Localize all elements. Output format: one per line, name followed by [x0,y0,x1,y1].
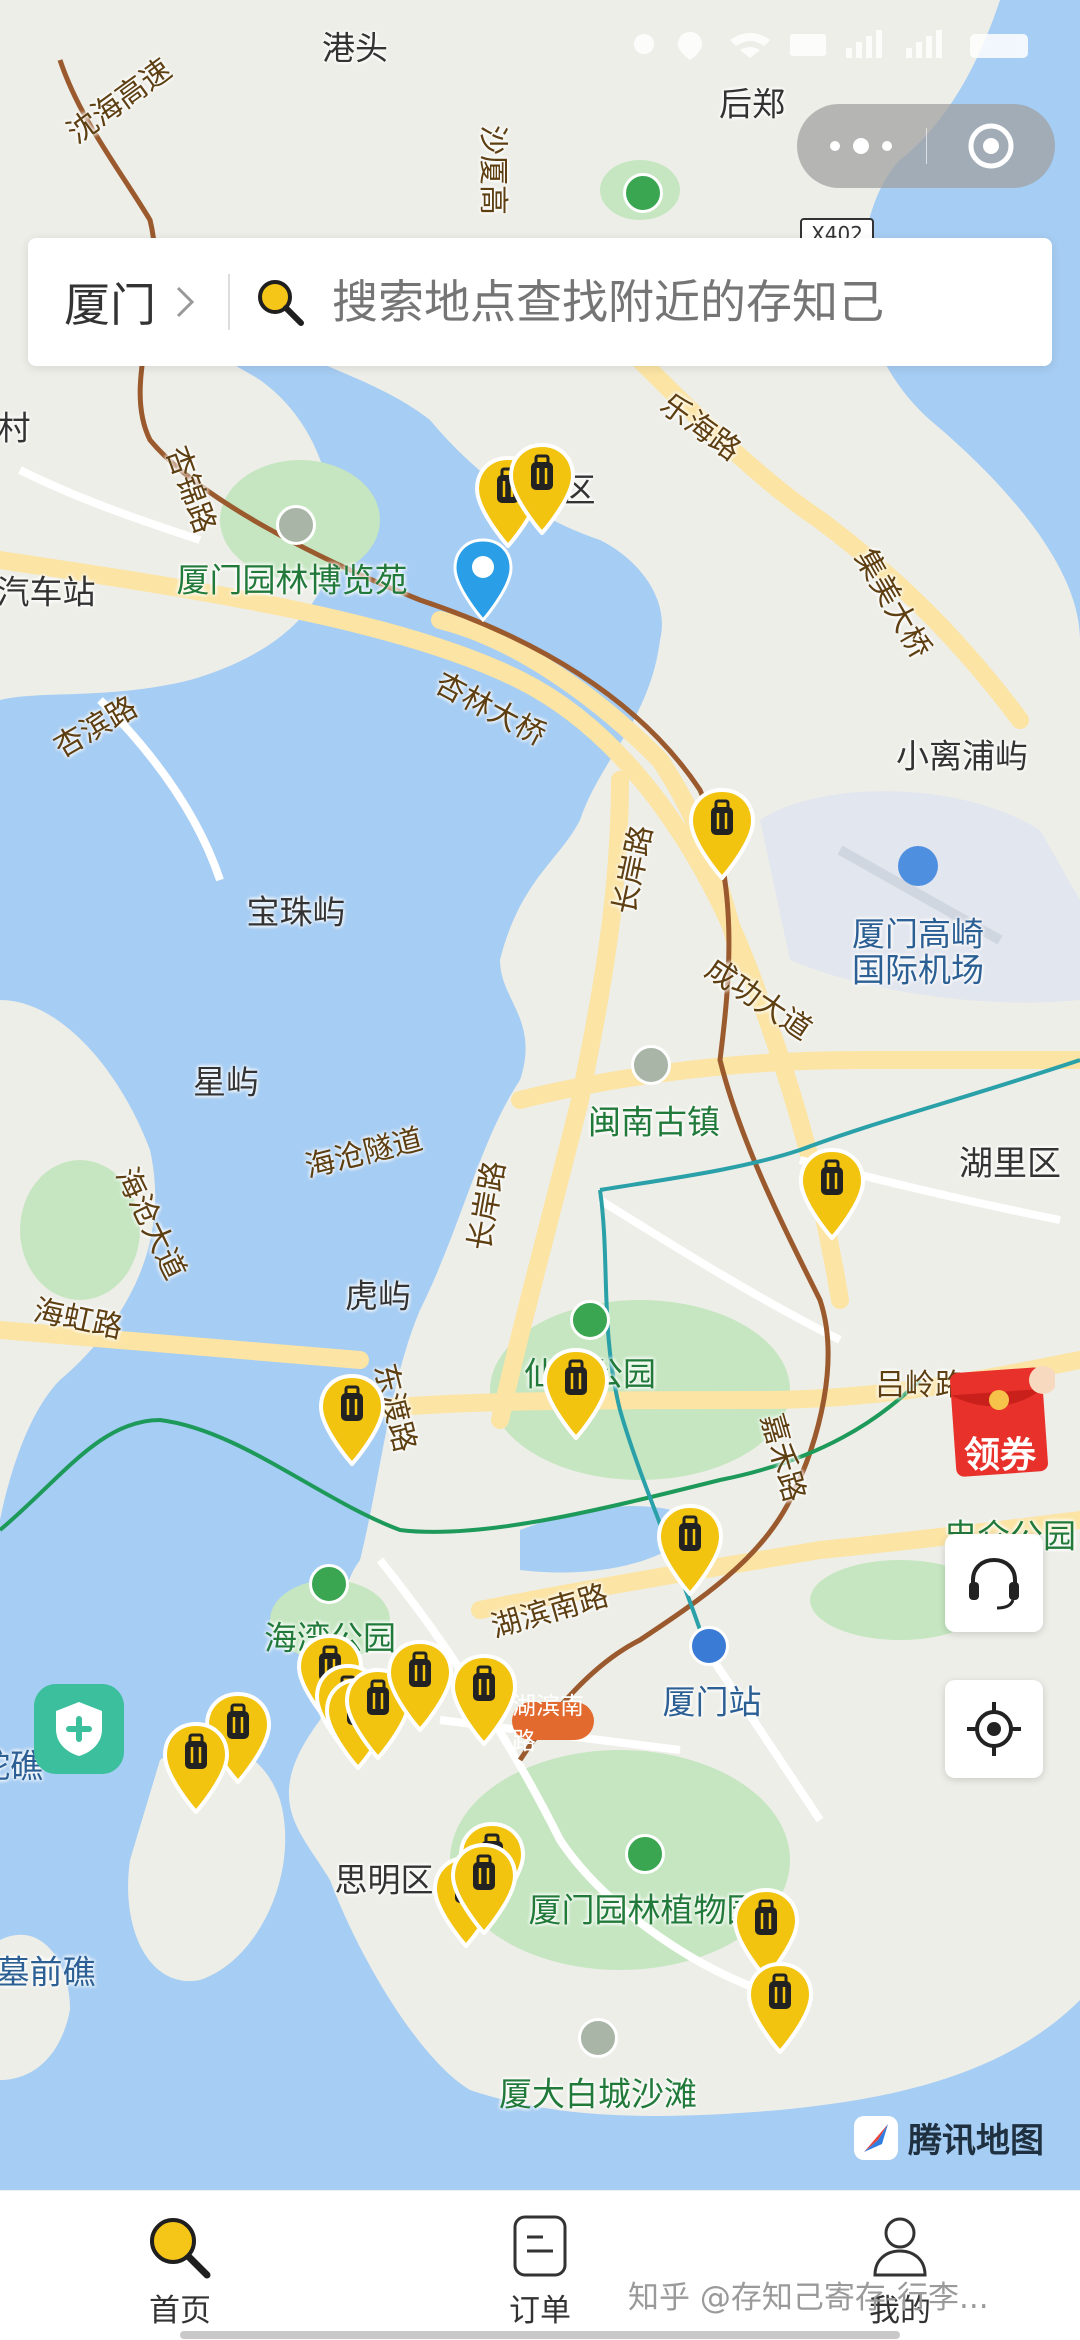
order-icon [513,2215,567,2277]
chevron-right-icon[interactable] [174,284,196,320]
headset-icon [969,1557,1019,1610]
map-label: 厦门高崎 [852,914,984,954]
status-bar [0,0,1080,70]
metro-line-badge: 湖滨南路 [512,1692,594,1755]
tab-label: 订单 [509,2293,571,2329]
luggage-storage-pin-icon[interactable] [688,788,756,880]
security-shield-button[interactable] [34,1684,124,1774]
tab-home[interactable]: 首页 [80,2213,280,2330]
airport-icon [898,846,938,886]
park-poi-icon [570,1300,610,1340]
map-label: 国际机场 [852,950,984,990]
luggage-storage-pin-icon[interactable] [542,1348,610,1440]
more-button[interactable] [797,136,926,156]
hd-icon [790,34,826,56]
miniprogram-capsule [797,104,1055,188]
tab-orders[interactable]: 订单 [440,2213,640,2330]
map-label: 厦门园林植物园 [528,1890,760,1930]
map-label: 厦大白城沙滩 [499,2074,697,2114]
luggage-storage-pin-icon[interactable] [450,1843,518,1935]
search-icon [258,280,304,326]
map-label: 墓前礁 [0,1952,96,1992]
status-icons [634,30,1028,60]
park-poi-icon [309,1564,349,1604]
park-poi-icon [623,173,663,213]
luggage-storage-pin-icon[interactable] [656,1504,724,1596]
search-input[interactable] [330,274,954,330]
map-label: 厦门站 [662,1682,762,1722]
map-label: 宝珠屿 [246,892,346,932]
target-close-icon [968,123,1014,169]
search-bar: 厦门 [28,238,1052,366]
city-selector[interactable]: 厦门 [64,269,156,335]
map-provider-name: 腾讯地图 [908,2121,1044,2161]
tab-label: 首页 [149,2293,211,2329]
luggage-storage-pin-icon[interactable] [746,1962,814,2054]
luggage-storage-pin-icon[interactable] [318,1374,386,1466]
luggage-storage-pin-icon[interactable] [798,1148,866,1240]
location-icon [678,32,702,60]
locate-icon [967,1702,1021,1756]
wifi-icon [730,33,770,58]
app-root: 湖滨南路 X402 港头 后郑 沈海高速 沙厦高 村 杏锦路 集美区 乐海路 集… [0,0,1080,2340]
locate-button[interactable] [945,1680,1043,1778]
search-divider [228,274,230,330]
bottom-tab-bar: 首页 订单 我的 [0,2190,1080,2340]
map-label: 沙厦高 [475,125,510,215]
tencent-map-icon [854,2115,898,2160]
luggage-storage-pin-icon[interactable] [508,443,576,535]
scenic-poi-icon [276,505,316,545]
alarm-icon [634,34,654,54]
map-label: 村 [0,408,31,448]
current-location-pin-icon[interactable] [451,538,515,622]
map-label: 星屿 [193,1062,259,1102]
shield-plus-icon [56,1702,102,1756]
map-label: 后郑 [719,84,785,124]
map-provider-logo: 腾讯地图 [852,2113,1044,2162]
close-button[interactable] [927,120,1056,172]
map-label: 思明区 [334,1860,434,1900]
coupon-label: 领券 [963,1435,1036,1476]
battery-icon [970,34,1028,58]
map-label: 虎屿 [345,1276,411,1316]
watermark: 知乎 @存知己寄存-行李... [628,2280,989,2316]
customer-service-button[interactable] [945,1534,1043,1632]
more-dots-icon [830,138,893,154]
map-label: 闽南古镇 [588,1102,720,1142]
map-label: 湖里区 [959,1144,1061,1184]
scenic-poi-icon [578,2018,618,2058]
coupon-redpacket-button[interactable]: 领券 [945,1362,1055,1482]
luggage-storage-pin-icon[interactable] [386,1640,454,1732]
map-label: 厦门园林博览苑 [176,560,408,600]
search-icon [150,2218,211,2279]
map-label: 汽车站 [0,572,96,612]
luggage-storage-pin-icon[interactable] [162,1722,230,1814]
scenic-poi-icon [631,1045,671,1085]
map-label: 小离浦屿 [896,736,1028,776]
garden-poi-icon [625,1834,665,1874]
luggage-storage-pin-icon[interactable] [450,1654,518,1746]
user-icon [873,2217,927,2277]
home-indicator [180,2331,900,2339]
railway-station-icon [689,1626,729,1666]
